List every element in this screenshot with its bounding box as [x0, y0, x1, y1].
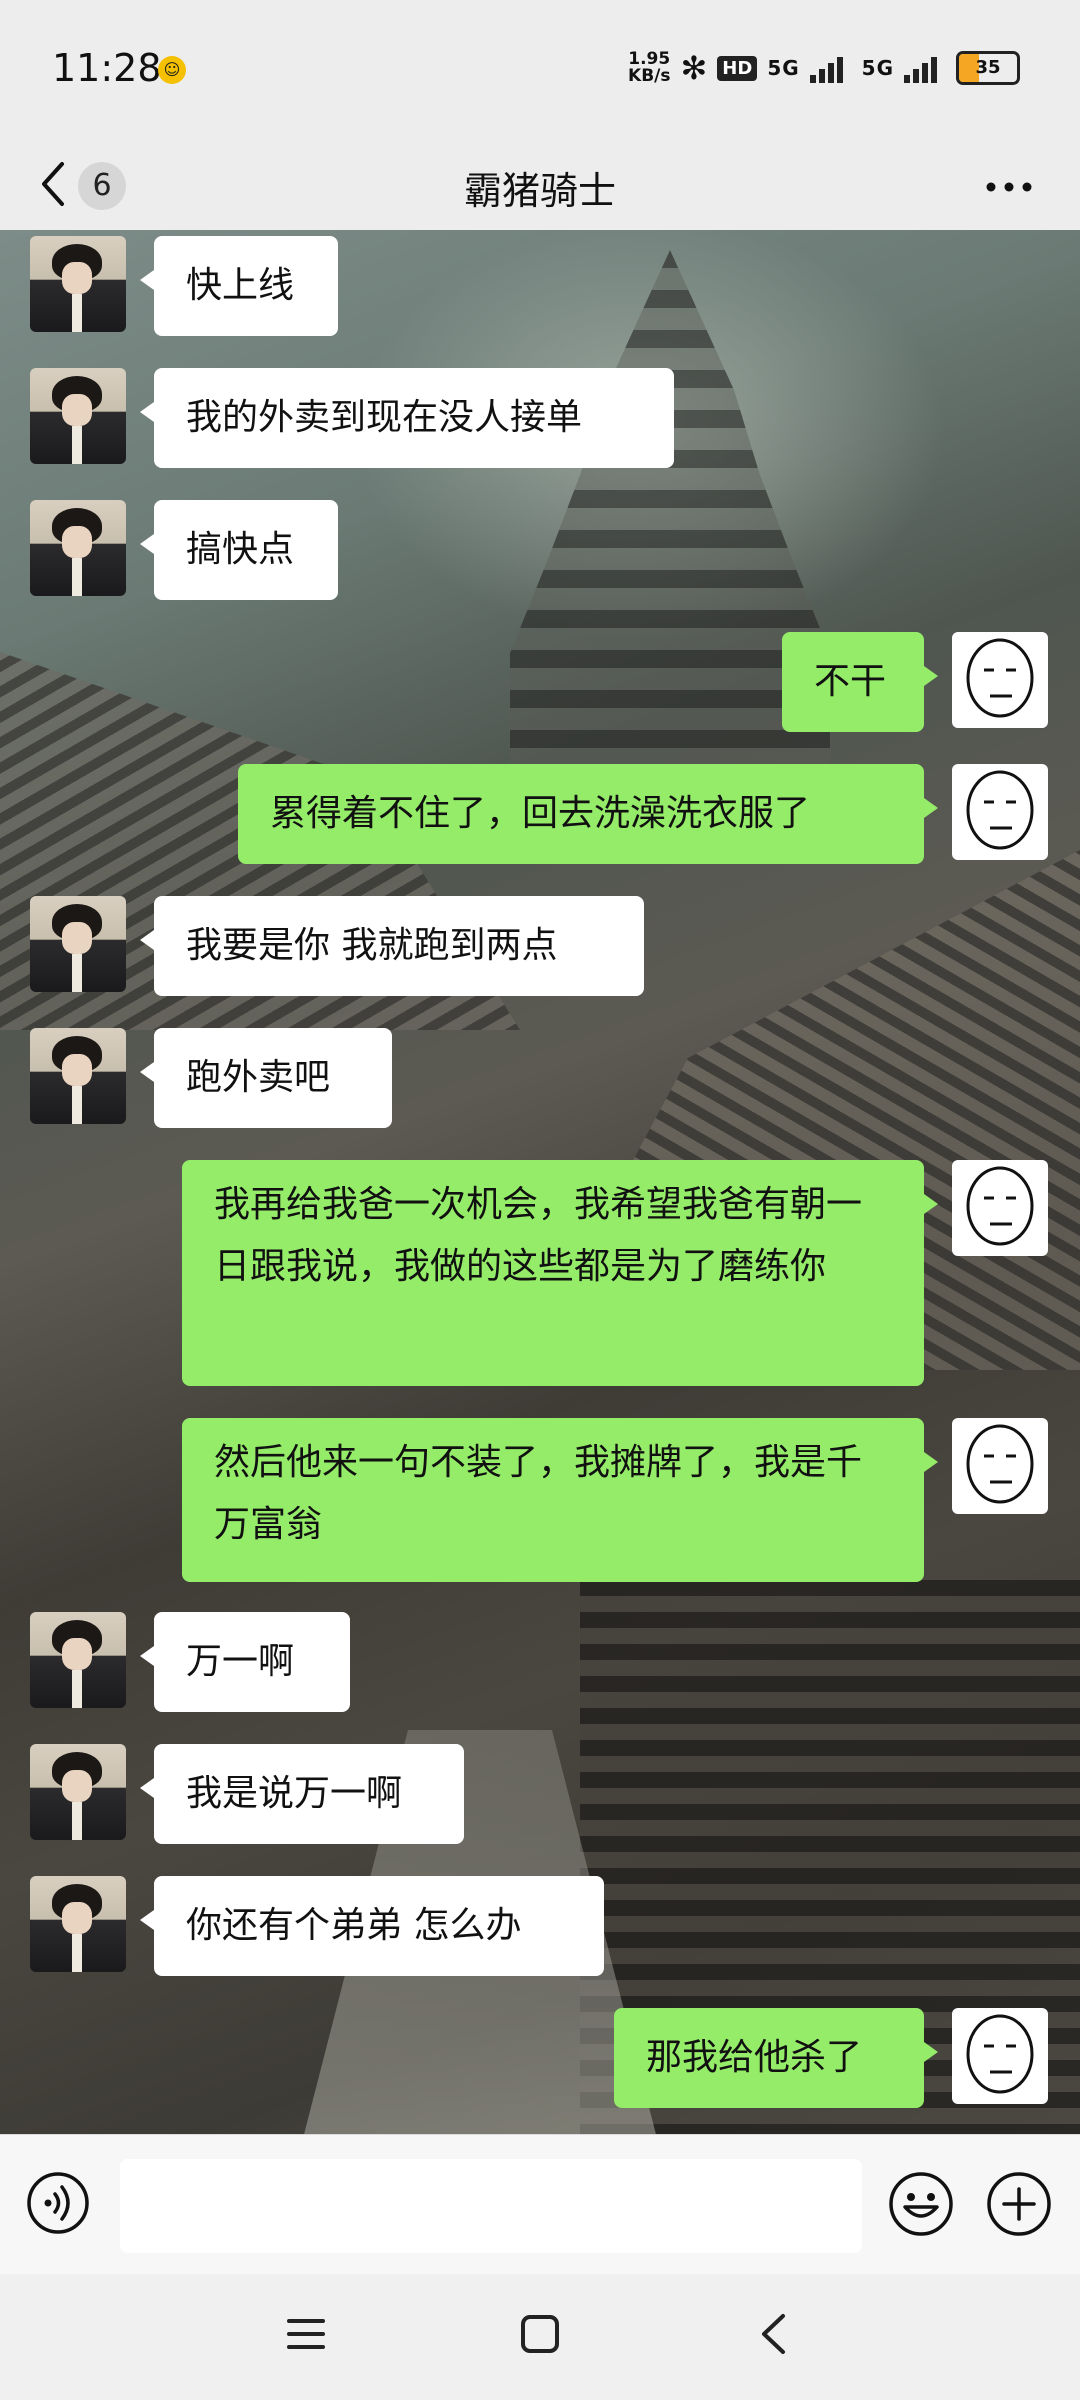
contact-avatar[interactable]: [30, 236, 126, 332]
home-icon[interactable]: [520, 2314, 560, 2354]
message-input[interactable]: [120, 2159, 862, 2253]
message-bubble[interactable]: 不干: [782, 632, 938, 732]
network-speed: 1.95 KB/s: [628, 51, 670, 85]
sim2-network-label: 5G: [861, 56, 894, 80]
contact-avatar[interactable]: [30, 1744, 126, 1840]
my-avatar[interactable]: [952, 1418, 1048, 1514]
incoming-message: 我的外卖到现在没人接单: [0, 368, 1080, 468]
my-avatar[interactable]: [952, 632, 1048, 728]
menu-icon[interactable]: [286, 2316, 326, 2352]
bluetooth-icon: ✻: [680, 49, 708, 87]
contact-avatar[interactable]: [30, 1028, 126, 1124]
outgoing-message: 累得着不住了，回去洗澡洗衣服了: [0, 764, 1080, 864]
hd-voice-icon: HD: [717, 55, 758, 81]
status-indicators: 1.95 KB/s ✻ HD 5G 5G 35: [628, 48, 1020, 88]
message-bubble[interactable]: 然后他来一句不装了，我摊牌了，我是千万富翁: [182, 1418, 938, 1582]
chat-title: 霸猪骑士: [463, 169, 616, 213]
contact-avatar[interactable]: [30, 1612, 126, 1708]
sim1-network-label: 5G: [767, 56, 800, 80]
contact-avatar[interactable]: [30, 1876, 126, 1972]
chat-header: 6 霸猪骑士: [0, 138, 1080, 230]
outgoing-message: 我再给我爸一次机会，我希望我爸有朝一日跟我说，我做的这些都是为了磨练你: [0, 1160, 1080, 1386]
message-bubble[interactable]: 搞快点: [140, 500, 338, 600]
message-bubble[interactable]: 快上线: [140, 236, 338, 336]
signal-strength-icon: [809, 53, 852, 83]
incoming-message: 万一啊: [0, 1612, 1080, 1712]
network-speed-unit: KB/s: [628, 66, 671, 86]
incoming-message: 我要是你 我就跑到两点: [0, 896, 1080, 996]
contact-avatar[interactable]: [30, 896, 126, 992]
incoming-message: 你还有个弟弟 怎么办: [0, 1876, 1080, 1976]
contact-avatar[interactable]: [30, 368, 126, 464]
chat-message-list[interactable]: 快上线我的外卖到现在没人接单 搞快点不干累得着不住了，回去洗澡洗衣服了我要是你 我…: [0, 230, 1080, 2134]
voice-icon[interactable]: [26, 2171, 90, 2235]
status-bar: 11:28 ☺ 1.95 KB/s ✻ HD 5G 5G 35: [0, 0, 1080, 138]
message-bubble[interactable]: 我要是你 我就跑到两点: [140, 896, 644, 996]
signal-strength-icon: [904, 53, 946, 83]
message-bubble[interactable]: 我的外卖到现在没人接单: [140, 368, 674, 468]
message-bubble[interactable]: 跑外卖吧: [140, 1028, 392, 1128]
my-avatar[interactable]: [952, 764, 1048, 860]
incoming-message: 我是说万一啊: [0, 1744, 1080, 1844]
input-bar: [0, 2134, 1080, 2275]
incoming-message: 跑外卖吧: [0, 1028, 1080, 1128]
message-bubble[interactable]: 那我给他杀了: [614, 2008, 938, 2108]
my-avatar[interactable]: [952, 1160, 1048, 1256]
status-time: 11:28: [52, 46, 162, 90]
battery-level: 35: [975, 57, 1001, 78]
outgoing-message: 不干: [0, 632, 1080, 732]
contact-avatar[interactable]: [30, 500, 126, 596]
message-bubble[interactable]: 累得着不住了，回去洗澡洗衣服了: [238, 764, 938, 864]
battery-icon: 35: [956, 51, 1020, 85]
incoming-message: 搞快点: [0, 500, 1080, 600]
emoji-icon[interactable]: [888, 2171, 954, 2237]
message-bubble[interactable]: 我再给我爸一次机会，我希望我爸有朝一日跟我说，我做的这些都是为了磨练你: [182, 1160, 938, 1386]
system-navigation-bar: [0, 2274, 1080, 2400]
more-dots-icon[interactable]: [986, 182, 1032, 192]
plus-icon[interactable]: [986, 2171, 1052, 2237]
incoming-message: 快上线: [0, 236, 1080, 336]
outgoing-message: 然后他来一句不装了，我摊牌了，我是千万富翁: [0, 1418, 1080, 1582]
message-bubble[interactable]: 万一啊: [140, 1612, 350, 1712]
message-bubble[interactable]: 我是说万一啊: [140, 1744, 464, 1844]
notification-app-icon: ☺: [158, 56, 186, 84]
outgoing-message: 那我给他杀了: [0, 2008, 1080, 2108]
my-avatar[interactable]: [952, 2008, 1048, 2104]
message-bubble[interactable]: 你还有个弟弟 怎么办: [140, 1876, 604, 1976]
back-icon[interactable]: [758, 2312, 788, 2356]
